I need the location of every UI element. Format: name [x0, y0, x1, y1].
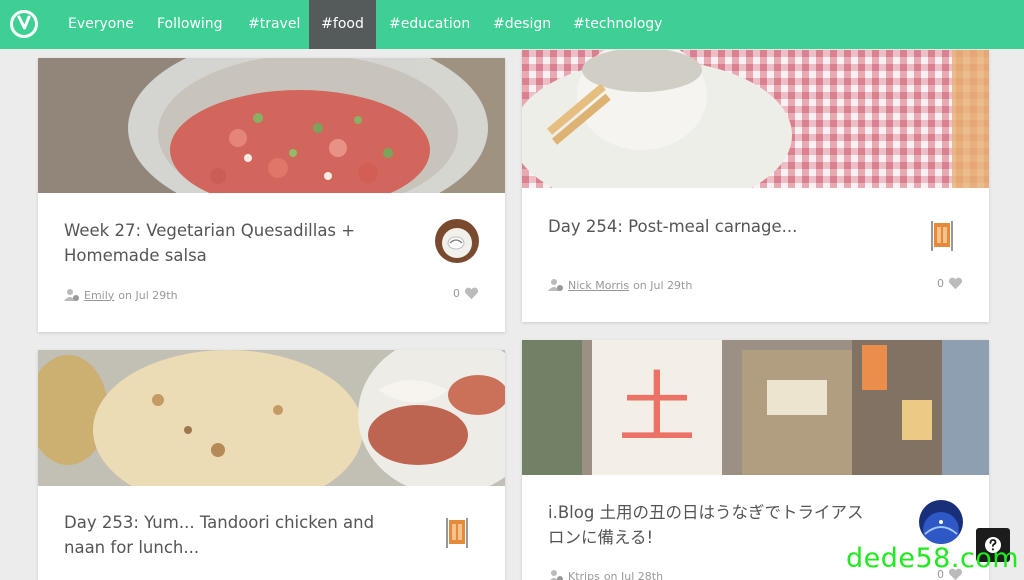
- author-avatar[interactable]: [919, 500, 963, 544]
- post-title[interactable]: i.Blog 土用の丑の日はうなぎでトライアスロンに備える!: [548, 500, 878, 550]
- post-card[interactable]: Week 27: Vegetarian Quesadillas + Homema…: [38, 58, 505, 332]
- author-avatar[interactable]: [920, 213, 964, 257]
- nav-tab-education[interactable]: #education: [377, 0, 482, 49]
- author-avatar[interactable]: [435, 219, 479, 263]
- post-title[interactable]: Day 254: Post-meal carnage...: [548, 214, 888, 239]
- user-icon: [64, 289, 79, 301]
- nav-tab-everyone[interactable]: Everyone: [56, 0, 146, 49]
- like-count[interactable]: 0: [453, 287, 479, 300]
- post-meta: Emily on Jul 29th: [64, 288, 178, 302]
- post-photo-street[interactable]: 土: [522, 340, 989, 475]
- like-count[interactable]: 0: [937, 277, 963, 290]
- like-count-value: 0: [453, 287, 460, 300]
- heart-icon[interactable]: [464, 287, 479, 300]
- author-link[interactable]: Emily: [84, 289, 114, 302]
- post-photo-salsa[interactable]: [38, 58, 505, 193]
- nav-tab-design[interactable]: #design: [481, 0, 563, 49]
- post-photo-tandoori[interactable]: [38, 350, 505, 486]
- post-title[interactable]: Day 253: Yum... Tandoori chicken and naa…: [64, 510, 404, 560]
- post-photo-tablecloth[interactable]: [522, 50, 989, 188]
- author-link[interactable]: Ktrips: [568, 570, 600, 580]
- user-icon: [549, 570, 563, 580]
- post-card[interactable]: Day 253: Yum... Tandoori chicken and naa…: [38, 350, 505, 580]
- watermark: dede58.com: [846, 543, 1020, 574]
- heart-icon[interactable]: [948, 277, 963, 290]
- nav-tab-technology[interactable]: #technology: [561, 0, 674, 49]
- post-title[interactable]: Week 27: Vegetarian Quesadillas + Homema…: [64, 218, 404, 268]
- logo-icon[interactable]: [9, 9, 39, 39]
- nav-tab-food[interactable]: #food: [309, 0, 376, 49]
- post-meta: Nick Morris on Jul 29th: [548, 278, 692, 292]
- post-meta: Ktrips on Jul 28th: [548, 569, 663, 580]
- nav-tab-travel[interactable]: #travel: [236, 0, 312, 49]
- like-count-value: 0: [937, 277, 944, 290]
- top-navigation-bar: Everyone Following #travel #food #educat…: [0, 0, 1024, 49]
- user-icon: [548, 279, 563, 291]
- post-date: on Jul 28th: [603, 569, 664, 580]
- author-avatar[interactable]: [435, 510, 479, 554]
- nav-tab-following[interactable]: Following: [145, 0, 235, 49]
- post-date: on Jul 29th: [633, 278, 693, 292]
- author-link[interactable]: Nick Morris: [568, 279, 629, 292]
- post-date: on Jul 29th: [118, 288, 178, 302]
- post-card[interactable]: Day 254: Post-meal carnage... Nick Morri…: [522, 50, 989, 322]
